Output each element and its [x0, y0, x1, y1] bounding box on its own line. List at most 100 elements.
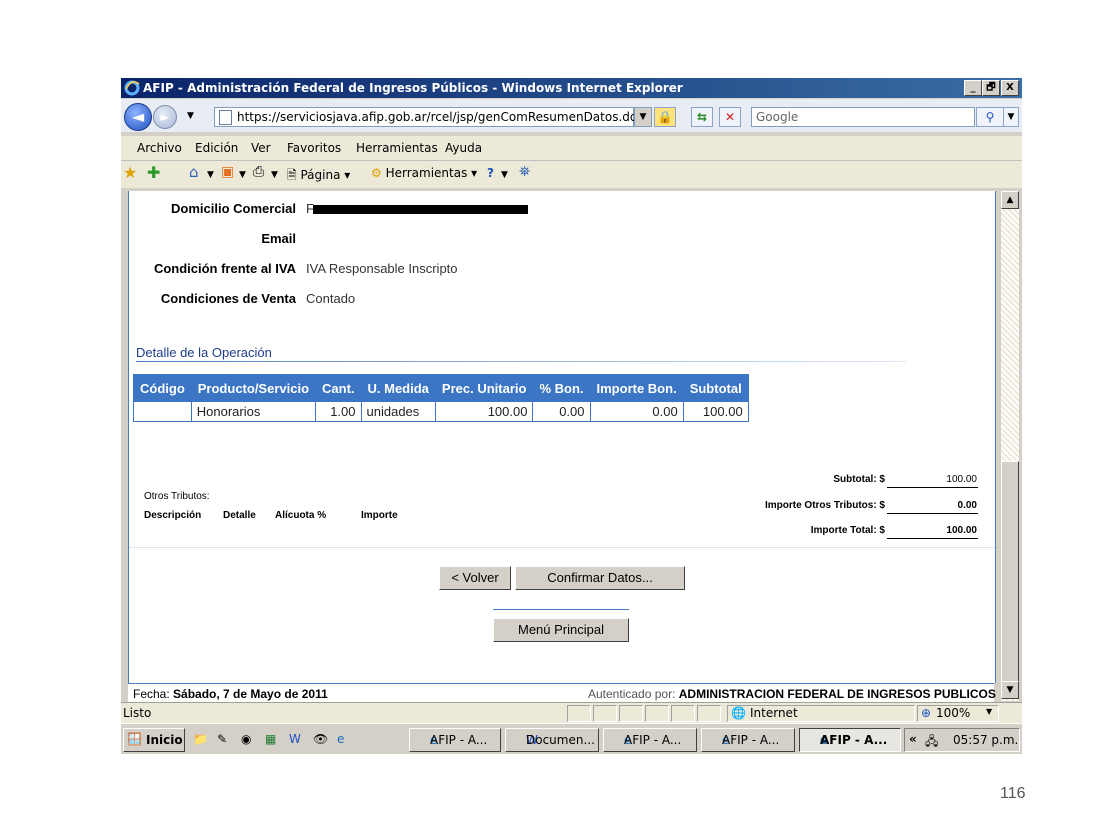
window-title: AFIP - Administración Federal de Ingreso… — [143, 81, 683, 95]
history-dropdown-icon[interactable]: ▼ — [187, 111, 194, 121]
page-content: Domicilio Comercial F Email Condición fr… — [128, 191, 996, 683]
menu-herramientas[interactable]: Herramientas — [356, 141, 438, 155]
task-afip-3[interactable]: e AFIP - A... — [701, 728, 795, 752]
excel-icon[interactable]: ▦ — [265, 732, 281, 748]
research-icon[interactable]: ⛯ — [519, 164, 530, 180]
tributos-col-alicuota: Alícuota % — [275, 510, 327, 521]
zoom-text: 100% — [936, 706, 971, 720]
internet-explorer-icon — [124, 80, 140, 96]
search-input[interactable]: Google — [751, 107, 975, 127]
operation-table: Código Producto/Servicio Cant. U. Medida… — [133, 374, 749, 422]
address-toolbar: ◄ ► ▼ https://serviciosjava.afip.gob.ar/… — [121, 99, 1022, 132]
scroll-thumb[interactable] — [1001, 461, 1019, 683]
totals-divider — [129, 547, 995, 548]
security-zone[interactable]: 🌐 Internet — [727, 705, 915, 722]
task-label: AFIP - A... — [430, 733, 488, 747]
windows-logo-icon: 🪟 — [127, 732, 142, 746]
home-dropdown-icon[interactable]: ▼ — [207, 170, 214, 180]
search-dropdown-icon[interactable]: ▼ — [1003, 107, 1019, 127]
maximize-button[interactable]: 🗗 — [982, 80, 1000, 96]
taskbar: 🪟 Inicio 📁 ✎ ◉ ▦ W 👁 e e AFIP - A... W D… — [121, 723, 1022, 754]
menu-ver[interactable]: Ver — [251, 141, 271, 155]
pencil-icon[interactable]: ✎ — [217, 732, 233, 748]
help-icon[interactable]: ? — [487, 166, 494, 180]
task-label: AFIP - A... — [722, 733, 780, 747]
task-label: AFIP - A... — [624, 733, 682, 747]
media-icon[interactable]: ◉ — [241, 732, 257, 748]
fecha-value: Sábado, 7 de Mayo de 2011 — [173, 687, 328, 701]
vertical-scrollbar[interactable]: ▲ ▼ — [1001, 191, 1019, 701]
back-button[interactable]: ◄ — [124, 103, 152, 131]
menu-ayuda[interactable]: Ayuda — [445, 141, 482, 155]
close-button[interactable]: X — [1001, 80, 1019, 96]
subtotal-underline — [887, 487, 978, 488]
confirmar-datos-button[interactable]: Confirmar Datos... — [515, 566, 685, 590]
status-cell — [697, 705, 721, 722]
table-cell: 1.00 — [315, 401, 362, 422]
table-cell: 0.00 — [589, 401, 684, 422]
title-bar[interactable]: AFIP - Administración Federal de Ingreso… — [121, 78, 1022, 98]
address-dropdown-icon[interactable]: ▼ — [634, 107, 652, 127]
address-input[interactable]: https://serviciosjava.afip.gob.ar/rcel/j… — [214, 107, 637, 127]
tributos-col-descripcion: Descripción — [144, 510, 202, 521]
volver-button[interactable]: < Volver — [439, 566, 511, 590]
task-label: Documen... — [526, 733, 595, 747]
menu-favoritos[interactable]: Favoritos — [287, 141, 341, 155]
search-placeholder: Google — [756, 110, 799, 124]
feeds-dropdown-icon[interactable]: ▼ — [239, 170, 246, 180]
table-header-row: Código Producto/Servicio Cant. U. Medida… — [133, 374, 749, 402]
menu-edicion[interactable]: Edición — [195, 141, 238, 155]
system-tray: « 🖧 05:57 p.m. — [904, 728, 1020, 752]
page-menu[interactable]: 🗎 Página ▾ — [287, 166, 350, 187]
ie-quicklaunch-icon[interactable]: e — [337, 732, 353, 748]
zoom-control[interactable]: ⊕ 100% ▼ — [917, 705, 999, 722]
scroll-up-icon[interactable]: ▲ — [1001, 191, 1019, 209]
status-cell — [567, 705, 591, 722]
home-icon[interactable]: ⌂ — [189, 163, 199, 181]
globe-icon: 🌐 — [731, 706, 746, 720]
table-row: Honorarios 1.00 unidades 100.00 0.00 0.0… — [133, 401, 749, 422]
column-header: % Bon. — [532, 374, 591, 402]
table-cell — [133, 401, 192, 422]
column-header: U. Medida — [360, 374, 436, 402]
tray-expand-icon[interactable]: « — [909, 732, 917, 746]
table-cell: 0.00 — [532, 401, 591, 422]
start-button[interactable]: 🪟 Inicio — [123, 728, 185, 752]
eye-icon[interactable]: 👁 — [313, 732, 329, 748]
section-divider — [136, 361, 906, 362]
task-afip-2[interactable]: e AFIP - A... — [603, 728, 697, 752]
otros-underline — [887, 513, 978, 514]
forward-button[interactable]: ► — [153, 105, 177, 129]
favorites-star-icon[interactable]: ★ — [123, 163, 137, 182]
network-icon[interactable]: 🖧 — [925, 732, 938, 753]
add-favorite-icon[interactable]: ✚ — [147, 163, 160, 182]
minimize-button[interactable]: _ — [964, 80, 982, 96]
task-afip-1[interactable]: e AFIP - A... — [409, 728, 501, 752]
menu-principal-button[interactable]: Menú Principal — [493, 618, 629, 642]
print-dropdown-icon[interactable]: ▼ — [271, 170, 278, 180]
domicilio-label: Domicilio Comercial — [171, 201, 296, 216]
status-bar: Listo 🌐 Internet ⊕ 100% ▼ — [121, 702, 1022, 723]
status-cell — [671, 705, 695, 722]
help-dropdown-icon[interactable]: ▼ — [501, 170, 508, 180]
print-icon[interactable]: ⎙ — [253, 164, 264, 180]
status-cell — [645, 705, 669, 722]
column-header: Producto/Servicio — [190, 374, 317, 402]
back-arrow-icon: ◄ — [131, 107, 145, 126]
refresh-icon[interactable]: ⇆ — [691, 107, 713, 127]
word-icon[interactable]: W — [289, 732, 305, 748]
folder-icon[interactable]: 📁 — [193, 732, 209, 748]
search-icon[interactable]: ⚲ — [976, 107, 1004, 127]
scroll-down-icon[interactable]: ▼ — [1001, 681, 1019, 699]
total-value: 100.00 — [946, 525, 977, 536]
total-underline — [887, 538, 978, 539]
iva-label: Condición frente al IVA — [153, 261, 296, 276]
menu-archivo[interactable]: Archivo — [137, 141, 182, 155]
lock-icon[interactable]: 🔒 — [654, 107, 676, 127]
task-documento[interactable]: W Documen... — [505, 728, 599, 752]
tools-menu[interactable]: ⚙ Herramientas ▾ — [371, 166, 477, 180]
stop-icon[interactable]: ✕ — [719, 107, 741, 127]
task-afip-active[interactable]: e AFIP - A... — [799, 728, 901, 752]
page-menu-icon: 🗎 — [287, 168, 297, 182]
feeds-icon[interactable]: ▣ — [221, 164, 234, 180]
